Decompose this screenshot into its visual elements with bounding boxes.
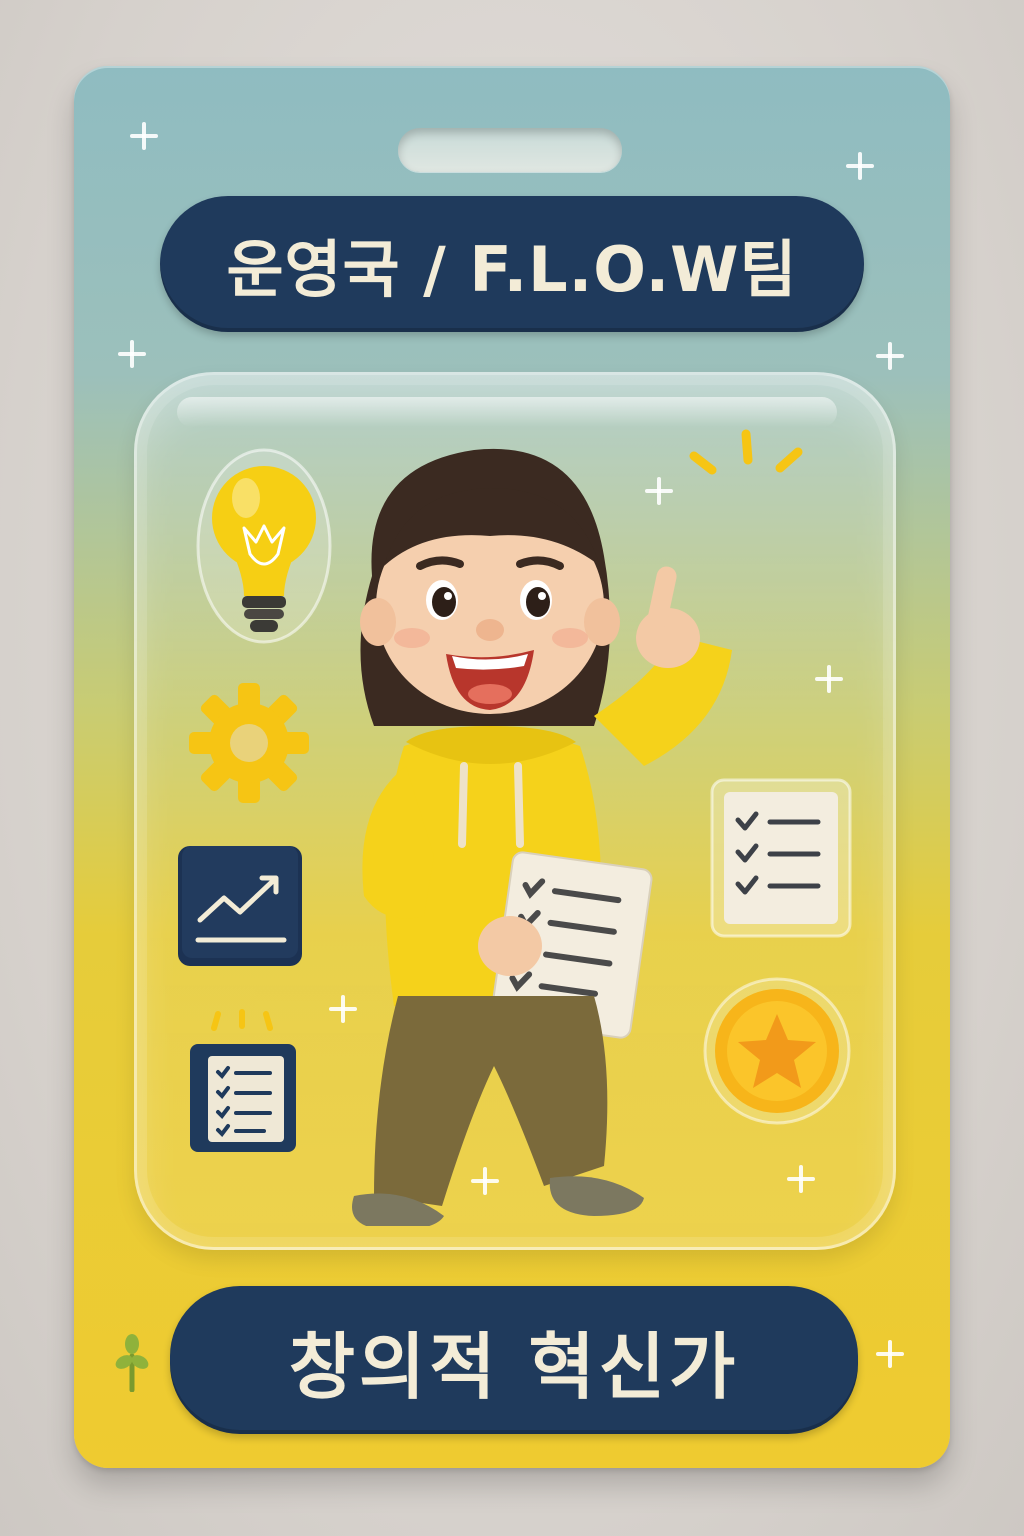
trend-chart-icon	[176, 842, 304, 970]
team-title: 운영국 / F.L.O.W팀	[226, 233, 798, 306]
badge-card: 운영국 / F.L.O.W팀 창의적 혁신가	[74, 66, 950, 1468]
sparkle-plus-icon	[815, 665, 843, 693]
hang-slot	[398, 128, 622, 172]
role-title: 창의적 혁신가	[288, 1324, 740, 1409]
gear-icon	[184, 678, 314, 808]
sparkle-plus-icon	[118, 340, 146, 368]
light-bulb-icon	[194, 446, 334, 646]
sprout-icon	[112, 1332, 152, 1393]
sparkle-plus-icon	[130, 122, 158, 150]
character-illustration	[314, 426, 734, 1231]
team-title-pill: 운영국 / F.L.O.W팀	[160, 196, 864, 332]
sparkle-plus-icon	[876, 342, 904, 370]
sparkle-plus-icon	[876, 1340, 904, 1368]
sparkle-plus-icon	[787, 1165, 815, 1193]
sparkle-plus-icon	[846, 152, 874, 180]
page-background: 운영국 / F.L.O.W팀 창의적 혁신가	[0, 0, 1024, 1536]
role-title-pill: 창의적 혁신가	[170, 1286, 858, 1434]
checklist-notebook-icon	[184, 1006, 300, 1156]
blister-shine	[177, 397, 837, 427]
